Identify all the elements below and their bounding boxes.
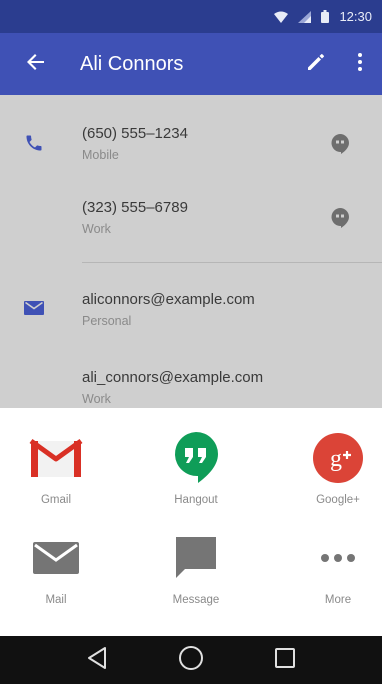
hangouts-message-icon[interactable] (330, 133, 352, 157)
pencil-icon (306, 52, 326, 77)
app-bar: Ali Connors (0, 33, 382, 95)
more-vertical-icon (357, 52, 363, 77)
nav-home-button[interactable] (171, 640, 211, 680)
hangouts-icon (168, 430, 224, 486)
back-button[interactable] (0, 33, 72, 95)
phone-type: Mobile (82, 148, 119, 162)
svg-text:g: g (330, 446, 342, 472)
share-label: Hangout (174, 494, 218, 506)
phone-type: Work (82, 222, 111, 236)
edit-button[interactable] (294, 33, 338, 95)
share-message[interactable]: Message (141, 530, 251, 620)
status-bar: 12:30 (0, 0, 382, 33)
page-title: Ali Connors (80, 52, 184, 75)
email-address: ali_connors@example.com (82, 369, 264, 386)
share-sheet: Gmail Hangout g Google+ Mail Message Mor… (0, 408, 382, 636)
nav-back-button[interactable] (77, 640, 117, 680)
share-gmail[interactable]: Gmail (1, 430, 111, 520)
share-label: Message (172, 594, 220, 606)
arrow-back-icon (26, 52, 46, 77)
signal-icon (298, 10, 312, 23)
email-row-personal[interactable]: aliconnors@example.com Personal (0, 283, 382, 343)
google-plus-icon: g (310, 430, 366, 486)
share-more[interactable]: More (283, 530, 382, 620)
message-icon (168, 530, 224, 586)
square-recents-icon (274, 647, 296, 674)
phone-row-mobile[interactable]: (650) 555–1234 Mobile (0, 117, 382, 177)
navigation-bar (0, 636, 382, 684)
email-address: aliconnors@example.com (82, 291, 255, 308)
mail-icon (28, 530, 84, 586)
status-time: 12:30 (339, 9, 372, 24)
battery-icon (321, 10, 330, 23)
share-label: Mail (45, 594, 67, 606)
share-hangout[interactable]: Hangout (141, 430, 251, 520)
phone-number: (650) 555–1234 (82, 125, 188, 142)
share-label: Gmail (40, 494, 72, 506)
overflow-menu-button[interactable] (338, 33, 382, 95)
contact-details: (650) 555–1234 Mobile (323) 555–6789 Wor… (0, 95, 382, 408)
share-mail[interactable]: Mail (1, 530, 111, 620)
hangouts-message-icon[interactable] (330, 207, 352, 231)
share-label: Google+ (316, 494, 360, 506)
share-google-plus[interactable]: g Google+ (283, 430, 382, 520)
phone-icon (24, 133, 48, 157)
circle-home-icon (178, 645, 204, 676)
phone-number: (323) 555–6789 (82, 199, 188, 216)
email-icon (24, 299, 48, 323)
gmail-icon (28, 430, 84, 486)
phone-row-work[interactable]: (323) 555–6789 Work (0, 191, 382, 251)
email-row-work[interactable]: ali_connors@example.com Work (0, 361, 382, 408)
triangle-back-icon (86, 646, 108, 675)
nav-recents-button[interactable] (265, 640, 305, 680)
more-horizontal-icon (310, 530, 366, 586)
share-label: More (324, 594, 352, 606)
email-type: Work (82, 392, 111, 406)
section-divider (82, 262, 382, 263)
email-type: Personal (82, 314, 132, 328)
wifi-icon (274, 11, 289, 23)
